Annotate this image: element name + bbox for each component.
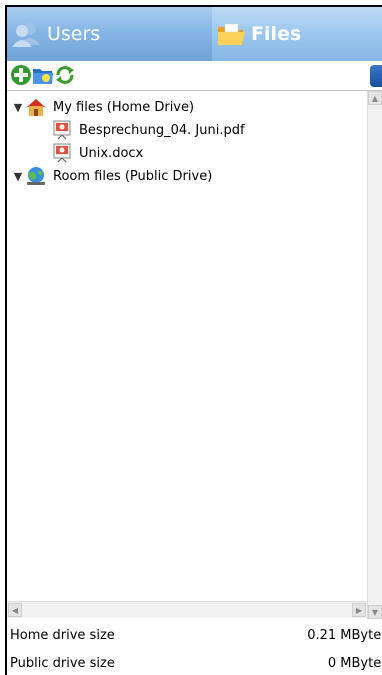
scroll-down-icon[interactable]: ▼	[368, 605, 382, 619]
add-icon[interactable]	[10, 64, 32, 86]
public-drive-size-label: Public drive size	[10, 655, 115, 671]
public-drive-size-value: 0 MBytes	[327, 655, 382, 671]
tree-item-label: Room files (Public Drive)	[53, 168, 213, 184]
home-drive-icon	[25, 97, 47, 117]
tab-users-label: Users	[47, 23, 101, 45]
scroll-left-icon[interactable]: ◀	[8, 603, 22, 617]
tree-item-file[interactable]: Besprechung_04. Juni.pdf	[51, 118, 245, 142]
file-browser-panel: Users Files ▼ My files (Home Drive) Besp…	[5, 5, 382, 675]
tree-item-public-drive[interactable]: ▼ Room files (Public Drive)	[13, 164, 212, 188]
users-icon	[11, 21, 41, 47]
scroll-right-icon[interactable]: ▶	[352, 603, 366, 617]
tab-files-label: Files	[251, 23, 302, 45]
file-tree: ▼ My files (Home Drive) Besprechung_04. …	[7, 91, 367, 601]
tree-item-home-drive[interactable]: ▼ My files (Home Drive)	[13, 95, 194, 119]
tree-item-label: My files (Home Drive)	[53, 99, 195, 115]
tree-item-label: Unix.docx	[79, 145, 144, 161]
vertical-scrollbar[interactable]: ▲ ▼	[367, 91, 382, 619]
presentation-file-icon	[51, 143, 73, 163]
scroll-up-icon[interactable]: ▲	[368, 91, 382, 105]
tab-files[interactable]: Files	[212, 7, 382, 61]
expand-caret-icon[interactable]: ▼	[13, 101, 23, 114]
tab-users[interactable]: Users	[7, 7, 212, 61]
tree-item-file[interactable]: Unix.docx	[51, 141, 143, 165]
new-folder-icon[interactable]	[32, 64, 54, 86]
refresh-icon[interactable]	[54, 64, 76, 86]
home-drive-size-row: Home drive size 0.21 MBytes	[7, 621, 382, 649]
drive-stats: Home drive size 0.21 MBytes Public drive…	[7, 621, 382, 675]
tree-item-label: Besprechung_04. Juni.pdf	[79, 122, 245, 138]
horizontal-scrollbar[interactable]: ◀ ▶	[7, 601, 367, 618]
home-drive-size-value: 0.21 MBytes	[307, 627, 382, 643]
file-toolbar	[7, 61, 382, 91]
folder-icon	[216, 21, 246, 47]
public-drive-icon	[25, 166, 47, 186]
public-drive-size-row: Public drive size 0 MBytes	[7, 649, 382, 675]
tab-bar: Users Files	[7, 7, 382, 61]
presentation-file-icon	[51, 120, 73, 140]
home-drive-size-label: Home drive size	[10, 627, 115, 643]
expand-caret-icon[interactable]: ▼	[13, 170, 23, 183]
panel-menu-handle[interactable]	[370, 65, 382, 87]
